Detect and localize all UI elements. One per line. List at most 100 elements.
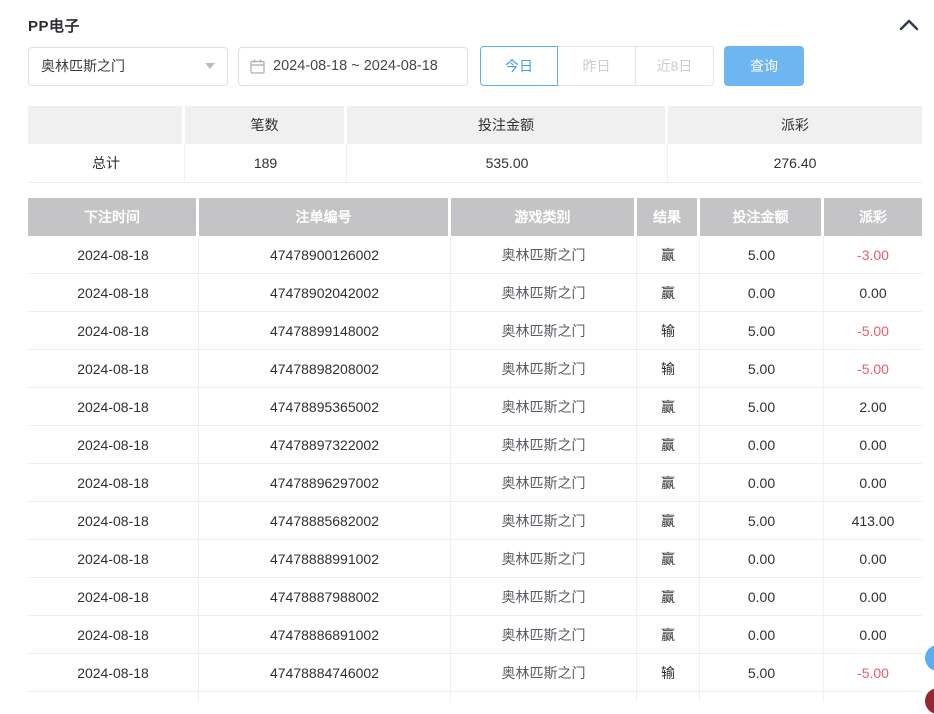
panel-title: PP电子 [28,15,80,36]
summary-header-cell: 派彩 [668,106,922,144]
order-id-cell: 47478900126002 [199,236,451,273]
bet-amount-cell: 5.00 [700,312,824,349]
bet-amount-cell: 0.00 [700,540,824,577]
summary-header-cell [28,106,185,144]
bet-amount-cell: 0.00 [700,464,824,501]
bets-header-cell: 游戏类别 [451,198,637,236]
bets-header-row: 下注时间注单编号游戏类别结果投注金额派彩 [28,198,922,236]
bet-time-cell: 2024-08-18 [28,426,199,463]
bets-header-cell: 投注金额 [700,198,824,236]
summary-total-cell: 535.00 [347,144,668,182]
query-button[interactable]: 查询 [724,46,804,86]
date-range-picker[interactable]: 2024-08-18 ~ 2024-08-18 [238,47,468,86]
result-cell: 赢 [637,616,700,653]
summary-total-cell: 276.40 [668,144,922,182]
order-id-cell: 47478899148002 [199,312,451,349]
payout-cell: 0.00 [824,464,922,501]
result-cell: 赢 [637,578,700,615]
result-cell: 赢 [637,274,700,311]
table-row: 2024-08-1847478895365002奥林匹斯之门赢5.002.00 [28,388,922,426]
game-name-cell: 奥林匹斯之门 [451,540,637,577]
table-row: 2024-08-1847478897322002奥林匹斯之门赢0.000.00 [28,426,922,464]
summary-header-cell: 笔数 [185,106,347,144]
order-id-cell: 47478886891002 [199,616,451,653]
order-id-cell: 47478898208002 [199,350,451,387]
game-name-cell: 奥林匹斯之门 [451,426,637,463]
payout-cell: 0.00 [824,274,922,311]
game-name-cell: 奥林匹斯之门 [451,236,637,273]
quick-range-button-1[interactable]: 昨日 [558,46,636,86]
game-select[interactable]: 奥林匹斯之门 [28,47,228,86]
bets-partial-row [28,692,922,702]
game-name-cell: 奥林匹斯之门 [451,312,637,349]
payout-cell: 0.00 [824,426,922,463]
bet-time-cell: 2024-08-18 [28,236,199,273]
game-name-cell: 奥林匹斯之门 [451,654,637,691]
result-cell: 赢 [637,502,700,539]
order-id-cell: 47478895365002 [199,388,451,425]
bet-amount-cell: 5.00 [700,388,824,425]
bets-table-body: 2024-08-1847478900126002奥林匹斯之门赢5.00-3.00… [28,236,922,692]
game-name-cell: 奥林匹斯之门 [451,502,637,539]
order-id-cell: 47478902042002 [199,274,451,311]
order-id-cell: 47478885682002 [199,502,451,539]
panel-header: PP电子 [28,0,922,36]
bet-time-cell: 2024-08-18 [28,312,199,349]
order-id-cell: 47478896297002 [199,464,451,501]
bet-amount-cell: 0.00 [700,274,824,311]
table-row: 2024-08-1847478887988002奥林匹斯之门赢0.000.00 [28,578,922,616]
bets-table: 下注时间注单编号游戏类别结果投注金额派彩 2024-08-18474789001… [28,198,922,702]
result-cell: 输 [637,654,700,691]
bet-time-cell: 2024-08-18 [28,464,199,501]
table-row: 2024-08-1847478884746002奥林匹斯之门输5.00-5.00 [28,654,922,692]
result-cell: 赢 [637,540,700,577]
order-id-cell: 47478897322002 [199,426,451,463]
result-cell: 赢 [637,464,700,501]
result-cell: 赢 [637,236,700,273]
table-row: 2024-08-1847478899148002奥林匹斯之门输5.00-5.00 [28,312,922,350]
table-row: 2024-08-1847478898208002奥林匹斯之门输5.00-5.00 [28,350,922,388]
summary-header-cell: 投注金额 [347,106,668,144]
game-name-cell: 奥林匹斯之门 [451,350,637,387]
result-cell: 赢 [637,426,700,463]
collapse-panel-button[interactable] [896,13,922,37]
bet-time-cell: 2024-08-18 [28,654,199,691]
quick-range-button-0[interactable]: 今日 [480,46,558,86]
date-range-value: 2024-08-18 ~ 2024-08-18 [273,58,438,74]
bet-time-cell: 2024-08-18 [28,540,199,577]
payout-cell: -5.00 [824,654,922,691]
table-row: 2024-08-1847478902042002奥林匹斯之门赢0.000.00 [28,274,922,312]
calendar-icon [250,59,265,74]
bets-header-cell: 结果 [637,198,700,236]
bet-amount-cell: 0.00 [700,426,824,463]
bet-amount-cell: 0.00 [700,616,824,653]
bet-time-cell: 2024-08-18 [28,274,199,311]
bet-amount-cell: 5.00 [700,236,824,273]
payout-cell: 0.00 [824,540,922,577]
payout-cell: 413.00 [824,502,922,539]
summary-total-cell: 189 [185,144,347,182]
payout-cell: -5.00 [824,350,922,387]
game-name-cell: 奥林匹斯之门 [451,274,637,311]
bet-time-cell: 2024-08-18 [28,502,199,539]
bet-amount-cell: 5.00 [700,350,824,387]
filter-bar: 奥林匹斯之门 2024-08-18 ~ 2024-08-18 今日昨日近8日 查… [28,46,922,86]
bet-time-cell: 2024-08-18 [28,616,199,653]
order-id-cell: 47478888991002 [199,540,451,577]
result-cell: 输 [637,312,700,349]
payout-cell: 0.00 [824,616,922,653]
order-id-cell: 47478884746002 [199,654,451,691]
result-cell: 赢 [637,388,700,425]
bet-time-cell: 2024-08-18 [28,578,199,615]
game-name-cell: 奥林匹斯之门 [451,616,637,653]
table-row: 2024-08-1847478888991002奥林匹斯之门赢0.000.00 [28,540,922,578]
quick-range-button-2[interactable]: 近8日 [636,46,714,86]
bet-time-cell: 2024-08-18 [28,350,199,387]
bet-amount-cell: 5.00 [700,502,824,539]
summary-table: 笔数投注金额派彩 总计189535.00276.40 [28,106,922,183]
quick-range-group: 今日昨日近8日 [480,46,714,86]
order-id-cell: 47478887988002 [199,578,451,615]
game-name-cell: 奥林匹斯之门 [451,464,637,501]
bet-amount-cell: 0.00 [700,578,824,615]
result-cell: 输 [637,350,700,387]
